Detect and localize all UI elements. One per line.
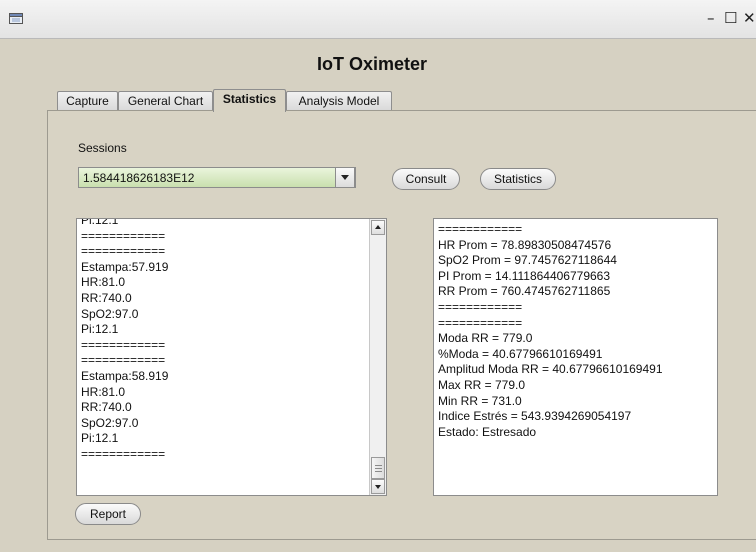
scroll-thumb[interactable] [371, 457, 385, 479]
sessions-select[interactable]: 1.584418626183E12 [78, 167, 356, 188]
session-log-text: Pi:12.1 ============ ============ Estamp… [81, 218, 169, 461]
sessions-dropdown-button[interactable] [335, 167, 355, 188]
consult-button[interactable]: Consult [392, 168, 460, 190]
app-window: – ☐ ✕ IoT Oximeter Capture General Chart… [0, 0, 756, 552]
log-scrollbar[interactable] [369, 219, 386, 495]
window-icon [9, 13, 23, 24]
arrow-down-icon [375, 485, 381, 489]
sessions-label: Sessions [78, 141, 127, 155]
statistics-panel: Sessions 1.584418626183E12 Consult Stati… [47, 110, 756, 540]
session-log-textarea[interactable]: Pi:12.1 ============ ============ Estamp… [76, 218, 387, 496]
statistics-result-text: ============ HR Prom = 78.89830508474576… [438, 222, 663, 439]
statistics-result-textarea[interactable]: ============ HR Prom = 78.89830508474576… [433, 218, 718, 496]
report-button[interactable]: Report [75, 503, 141, 525]
minimize-button[interactable]: – [707, 9, 715, 27]
arrow-up-icon [375, 225, 381, 229]
scroll-up-button[interactable] [371, 220, 385, 235]
tab-analysis-model[interactable]: Analysis Model [286, 91, 392, 110]
tab-statistics[interactable]: Statistics [213, 89, 286, 112]
app-title: IoT Oximeter [316, 54, 428, 74]
title-bar: – ☐ ✕ [0, 0, 756, 39]
chevron-down-icon [341, 175, 349, 180]
close-button[interactable]: ✕ [743, 9, 756, 27]
tab-capture[interactable]: Capture [57, 91, 118, 110]
statistics-button[interactable]: Statistics [480, 168, 556, 190]
sessions-selected-value: 1.584418626183E12 [83, 171, 195, 185]
tab-general-chart[interactable]: General Chart [118, 91, 213, 110]
scroll-down-button[interactable] [371, 479, 385, 494]
maximize-button[interactable]: ☐ [724, 9, 737, 27]
